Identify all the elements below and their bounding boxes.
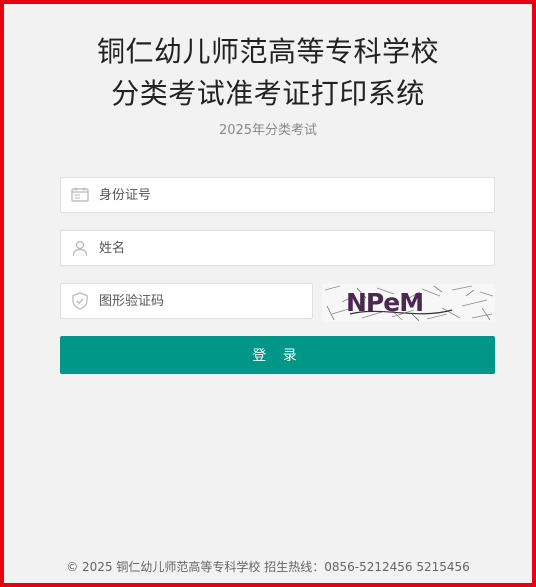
page-frame: 铜仁幼儿师范高等专科学校 分类考试准考证打印系统 2025年分类考试 身份证号 … [0,0,536,587]
shield-icon [70,291,90,311]
id-card-field[interactable] [60,177,495,213]
page-title-line2: 分类考试准考证打印系统 [111,77,425,110]
name-input[interactable] [99,231,494,265]
id-card-icon [70,185,90,205]
page-subtitle: 2025年分类考试 [218,123,318,138]
captcha-image[interactable]: NPeM [322,284,495,322]
captcha-field[interactable] [60,283,313,319]
page-title-line1: 铜仁幼儿师范高等专科学校 [96,35,439,68]
name-field[interactable] [60,230,495,266]
user-icon [70,238,90,258]
login-button[interactable]: 登 录 [60,336,495,374]
id-card-input[interactable] [99,178,494,212]
captcha-input[interactable] [99,284,312,318]
footer-text: © 2025 铜仁幼儿师范高等专科学校 招生热线：0856-5212456 52… [66,560,470,574]
